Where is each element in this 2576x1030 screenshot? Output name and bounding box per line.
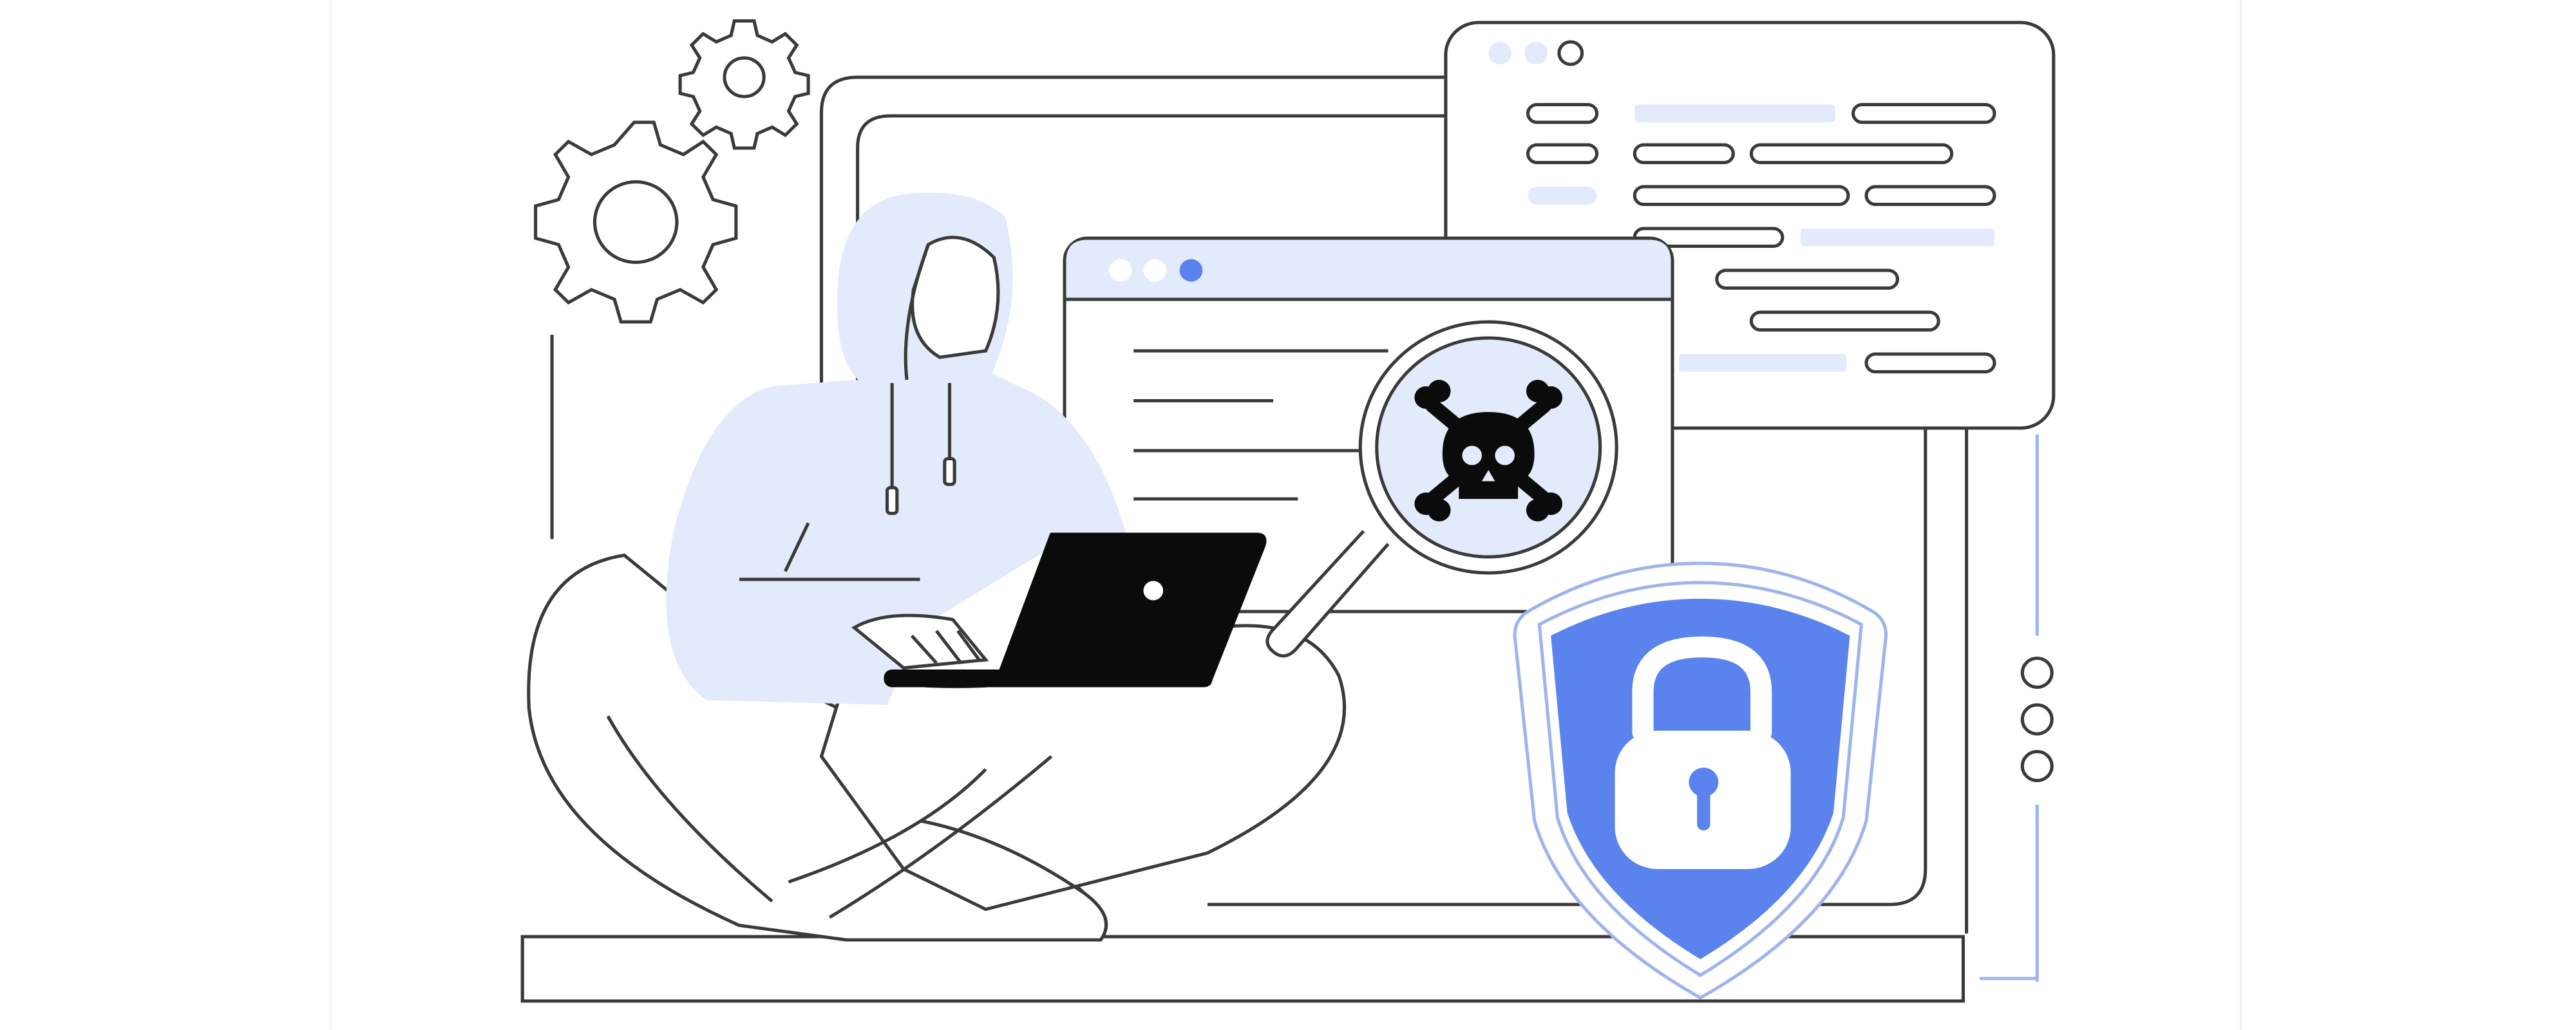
gear-icon [534, 120, 738, 324]
cybersecurity-scene [520, 19, 2056, 1003]
decor-dot [2020, 657, 2054, 689]
gear-icon [678, 19, 810, 150]
shield-lock-icon [1513, 561, 1888, 1000]
illustration-canvas [0, 0, 2576, 1030]
decor-dot [2020, 703, 2054, 736]
decor-dot [2020, 750, 2054, 782]
